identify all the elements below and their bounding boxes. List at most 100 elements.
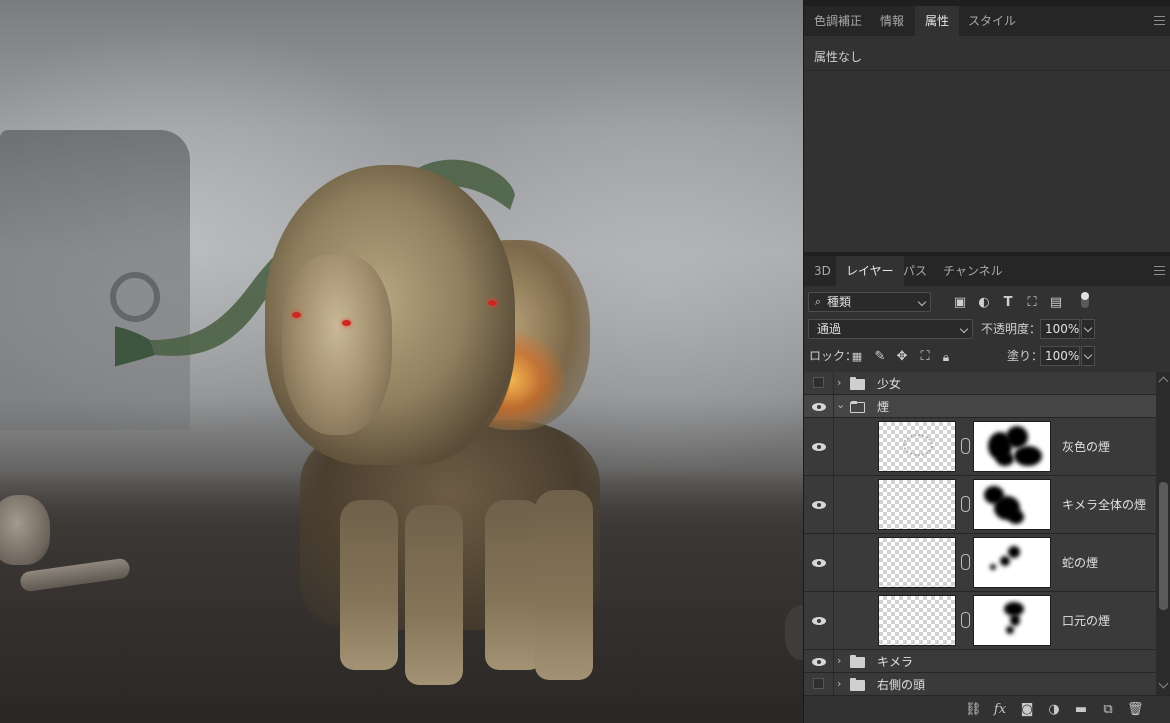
visibility-cell[interactable]	[804, 650, 834, 672]
mask-blob	[1006, 426, 1028, 448]
link-icon[interactable]	[961, 612, 970, 628]
link-icon[interactable]	[961, 438, 970, 454]
layer-group-row[interactable]: › 少女	[804, 372, 1156, 395]
chevron-down-icon	[959, 324, 969, 334]
opacity-dropdown[interactable]	[1081, 319, 1095, 339]
tab-info[interactable]: 情報	[870, 6, 914, 36]
layer-group-row[interactable]: › キメラ	[804, 650, 1156, 673]
type-filter-icon[interactable]: T	[999, 294, 1017, 312]
layer-name: 少女	[877, 377, 902, 391]
lion-leg	[405, 505, 463, 685]
add-mask-icon[interactable]: ◙	[1019, 702, 1035, 718]
blend-mode-select[interactable]: 通過	[808, 319, 973, 339]
mask-blob	[1000, 556, 1010, 566]
right-panels: 色調補正 情報 属性 スタイル 属性なし 3D レイヤー パス チャンネル ⌕ …	[803, 0, 1170, 723]
eye-icon[interactable]	[812, 617, 826, 625]
layer-mask-thumbnail[interactable]	[973, 421, 1051, 472]
pixel-filter-icon[interactable]: ▣	[951, 294, 969, 312]
tab-adjustments[interactable]: 色調補正	[804, 6, 872, 36]
eye-icon[interactable]	[812, 559, 826, 567]
visibility-off-box[interactable]	[813, 377, 824, 388]
chevron-right-icon[interactable]: ›	[837, 376, 841, 389]
visibility-cell[interactable]	[804, 592, 834, 649]
tab-paths[interactable]: パス	[893, 256, 937, 286]
opacity-input[interactable]: 100%	[1040, 319, 1080, 339]
new-group-icon[interactable]: ▬	[1073, 702, 1089, 718]
layer-name: 蛇の煙	[1062, 556, 1099, 570]
visibility-cell[interactable]	[804, 395, 834, 417]
visibility-cell[interactable]	[804, 476, 834, 533]
lock-position-icon[interactable]: ✥	[893, 348, 911, 366]
folder-icon	[850, 377, 865, 390]
lock-image-icon[interactable]: ✎	[871, 348, 889, 366]
layer-thumbnail	[878, 537, 956, 588]
folder-open-icon	[850, 401, 865, 413]
eye-icon[interactable]	[812, 443, 826, 451]
mask-blob	[1006, 626, 1014, 634]
visibility-off-box[interactable]	[813, 678, 824, 689]
layer-mask-thumbnail[interactable]	[973, 595, 1051, 646]
mask-blob	[996, 452, 1014, 466]
scroll-up-icon[interactable]	[1158, 376, 1169, 387]
scrollbar-thumb[interactable]	[1159, 482, 1168, 610]
lock-artboard-icon[interactable]: ⛶	[916, 348, 934, 366]
chevron-down-icon	[917, 297, 927, 307]
layer-mask-thumbnail[interactable]	[973, 537, 1051, 588]
eye-icon[interactable]	[812, 501, 826, 509]
mask-blob	[1008, 510, 1024, 524]
lock-transparent-icon[interactable]: ▦	[848, 348, 866, 366]
scroll-down-icon[interactable]	[1158, 678, 1169, 689]
fill-dropdown[interactable]	[1081, 346, 1095, 366]
layer-filter-row: ⌕ 種類 ▣ ◐ T ⛶ ▤	[804, 289, 1170, 316]
folder-icon	[850, 678, 865, 691]
new-layer-icon[interactable]: ⧉	[1100, 702, 1116, 718]
link-icon[interactable]	[961, 554, 970, 570]
tab-properties[interactable]: 属性	[915, 6, 960, 36]
smart-object-filter-icon[interactable]: ▤	[1047, 294, 1065, 312]
red-eye	[488, 300, 497, 306]
chevron-right-icon[interactable]: ›	[837, 654, 841, 667]
link-icon[interactable]	[961, 496, 970, 512]
layer-list-scrollbar[interactable]	[1156, 372, 1170, 695]
layer-mask-thumbnail[interactable]	[973, 479, 1051, 530]
visibility-cell[interactable]	[804, 418, 834, 475]
document-canvas[interactable]	[0, 0, 803, 723]
layer-row[interactable]: 灰色の煙	[804, 418, 1156, 476]
visibility-cell[interactable]	[804, 534, 834, 591]
visibility-cell[interactable]	[804, 372, 834, 394]
visibility-cell[interactable]	[804, 673, 834, 695]
chevron-down-icon[interactable]: ⌄	[836, 398, 845, 411]
chevron-right-icon[interactable]: ›	[837, 677, 841, 690]
blend-mode-value: 通過	[817, 322, 842, 336]
adjustment-layer-icon[interactable]: ◑	[1046, 702, 1062, 718]
panel-menu-icon[interactable]	[1154, 266, 1165, 275]
chevron-down-icon	[1083, 323, 1093, 333]
mask-blob	[990, 564, 996, 570]
adjustment-filter-icon[interactable]: ◐	[975, 294, 993, 312]
filter-toggle-icon[interactable]	[1081, 292, 1091, 310]
layer-list: › 少女 ⌄ 煙 灰色の煙 キメラ全体の煙 蛇の煙 口元の煙 › キメラ › 右…	[804, 372, 1156, 695]
filter-kind-select[interactable]: ⌕ 種類	[808, 292, 931, 312]
link-layers-icon[interactable]: ⛓	[965, 702, 982, 718]
eye-icon[interactable]	[812, 658, 826, 666]
layer-group-row[interactable]: ⌄ 煙	[804, 395, 1156, 418]
lion-leg	[340, 500, 398, 670]
properties-empty-label: 属性なし	[814, 50, 863, 64]
eye-icon[interactable]	[812, 403, 826, 411]
panel-menu-icon[interactable]	[1154, 16, 1165, 25]
layer-row[interactable]: キメラ全体の煙	[804, 476, 1156, 534]
lock-all-icon[interactable]: 🔒︎	[937, 348, 955, 366]
trash-icon[interactable]: 🗑︎	[1127, 702, 1144, 718]
fill-input[interactable]: 100%	[1040, 346, 1080, 366]
fx-icon[interactable]: fx	[992, 702, 1008, 718]
layer-row[interactable]: 蛇の煙	[804, 534, 1156, 592]
mask-blob	[1014, 446, 1042, 466]
shape-filter-icon[interactable]: ⛶	[1023, 294, 1041, 312]
layer-row[interactable]: 口元の煙	[804, 592, 1156, 650]
tab-styles[interactable]: スタイル	[958, 6, 1026, 36]
chevron-down-icon	[1083, 350, 1093, 360]
layer-group-row[interactable]: › 右側の頭	[804, 673, 1156, 695]
tab-channels[interactable]: チャンネル	[933, 256, 1013, 286]
layer-name: キメラ全体の煙	[1062, 498, 1147, 512]
layer-thumbnail	[878, 421, 956, 472]
